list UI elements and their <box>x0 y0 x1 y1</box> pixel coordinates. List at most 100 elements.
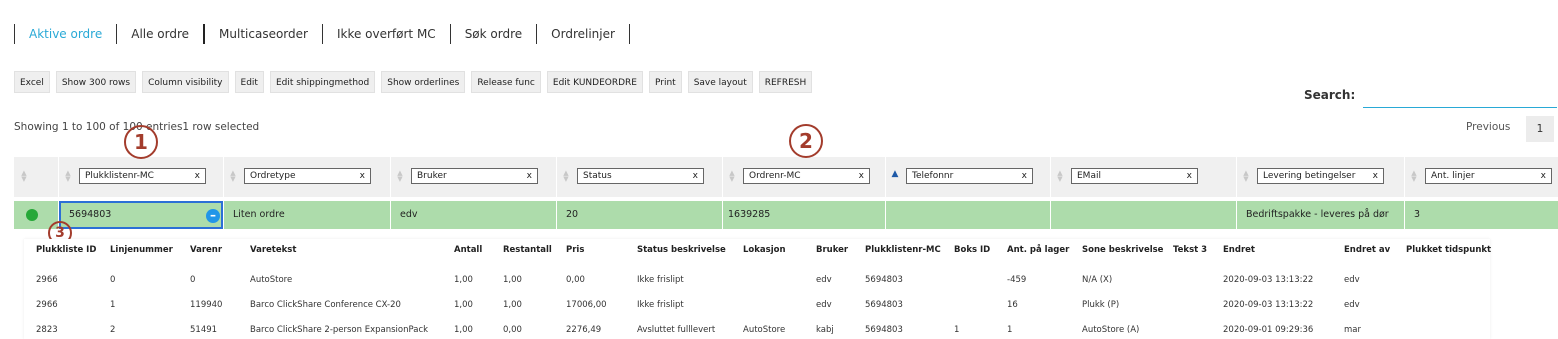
tab-multicaseorder[interactable]: Multicaseorder <box>205 24 323 44</box>
page-1-button[interactable]: 1 <box>1526 116 1554 142</box>
clear-filter-icon[interactable]: x <box>527 169 532 183</box>
clear-filter-icon[interactable]: x <box>859 169 864 183</box>
detail-header-boks-id[interactable]: Boks ID <box>954 245 990 255</box>
detail-cell-bruker: kabj <box>816 325 834 335</box>
sort-icon[interactable]: ▲ ▼ <box>1410 170 1418 183</box>
status-column-header[interactable]: ▲ ▼ <box>14 157 58 197</box>
detail-header-plukket-tidspunkt[interactable]: Plukket tidspunkt <box>1406 245 1491 255</box>
detail-header-antall[interactable]: Antall <box>454 245 482 255</box>
detail-cell-antall: 1,00 <box>454 300 473 310</box>
sort-icon[interactable]: ▲ ▼ <box>64 170 72 183</box>
tab-alle-ordre[interactable]: Alle ordre <box>117 24 206 44</box>
annotation-marker-1: 1 <box>124 125 158 159</box>
sort-icon[interactable]: ▲ ▼ <box>728 170 736 183</box>
sort-icon[interactable]: ▲ ▼ <box>20 170 28 183</box>
clear-filter-icon[interactable]: x <box>1373 169 1378 183</box>
sort-icon[interactable]: ▲ ▼ <box>1242 170 1250 183</box>
collapse-row-icon[interactable]: – <box>206 209 220 223</box>
detail-cell-linjenummer: 1 <box>110 300 116 310</box>
clear-filter-icon[interactable]: x <box>1541 169 1546 183</box>
detail-header-varenr[interactable]: Varenr <box>190 245 222 255</box>
detail-header-ant-pa-lager[interactable]: Ant. på lager <box>1007 245 1069 255</box>
detail-cell-linjenummer: 2 <box>110 325 116 335</box>
release-func-button[interactable]: Release func <box>471 71 541 93</box>
refresh-button[interactable]: REFRESH <box>758 71 813 93</box>
tab-ikke-overfort-mc[interactable]: Ikke overført MC <box>323 24 451 44</box>
clear-filter-icon[interactable]: x <box>1187 169 1192 183</box>
tab-sok-ordre[interactable]: Søk ordre <box>451 24 538 44</box>
tab-ordrelinjer[interactable]: Ordrelinjer <box>537 24 630 44</box>
filter-value: Status <box>583 171 612 181</box>
clear-filter-icon[interactable]: x <box>1022 169 1027 183</box>
sort-icon[interactable]: ▲ ▼ <box>229 170 237 183</box>
detail-header-plukkliste-id[interactable]: Plukkliste ID <box>36 245 96 255</box>
filter-input-ordretype[interactable]: Ordretype x <box>244 168 371 184</box>
detail-cell-sone-beskrivelse: AutoStore (A) <box>1082 325 1140 335</box>
detail-cell-ant-pa-lager: 1 <box>1007 325 1013 335</box>
edit-shippingmethod-button[interactable]: Edit shippingmethod <box>269 71 376 93</box>
column-header-status[interactable]: ▲ ▼ Status x <box>556 157 722 197</box>
detail-cell-varetekst: AutoStore <box>250 275 293 285</box>
column-header-telefonnr[interactable]: ▲ Telefonnr x <box>885 157 1050 197</box>
detail-header-bruker[interactable]: Bruker <box>816 245 848 255</box>
detail-cell-ant-pa-lager: -459 <box>1007 275 1027 285</box>
column-header-bruker[interactable]: ▲ ▼ Bruker x <box>390 157 556 197</box>
cell-ordrenr: 1639285 <box>728 209 771 220</box>
detail-cell-ant-pa-lager: 16 <box>1007 300 1018 310</box>
clear-filter-icon[interactable]: x <box>195 169 200 183</box>
detail-cell-pris: 0,00 <box>566 275 585 285</box>
column-visibility-button[interactable]: Column visibility <box>142 71 229 93</box>
toolbar: Excel Show 300 rows Column visibility Ed… <box>14 71 813 93</box>
detail-cell-lokasjon: AutoStore <box>743 325 786 335</box>
detail-header-sone-beskrivelse[interactable]: Sone beskrivelse <box>1082 245 1163 255</box>
tab-aktive-ordre[interactable]: Aktive ordre <box>14 24 118 44</box>
previous-page-button[interactable]: Previous <box>1458 119 1518 135</box>
filter-input-plukklistenr[interactable]: Plukklistenr-MC x <box>79 168 206 184</box>
detail-header-tekst-3[interactable]: Tekst 3 <box>1173 245 1207 255</box>
detail-header-linjenummer[interactable]: Linjenummer <box>110 245 173 255</box>
filter-input-levering[interactable]: Levering betingelser x <box>1257 168 1384 184</box>
edit-button[interactable]: Edit <box>234 71 264 93</box>
detail-header-restantall[interactable]: Restantall <box>503 245 552 255</box>
show-300-rows-button[interactable]: Show 300 rows <box>55 71 137 93</box>
detail-header-endret[interactable]: Endret <box>1223 245 1255 255</box>
filter-input-ant-linjer[interactable]: Ant. linjer x <box>1425 168 1552 184</box>
column-header-ant-linjer[interactable]: ▲ ▼ Ant. linjer x <box>1404 157 1558 197</box>
clear-filter-icon[interactable]: x <box>360 169 365 183</box>
detail-cell-varenr: 0 <box>190 275 196 285</box>
save-layout-button[interactable]: Save layout <box>687 71 753 93</box>
detail-header-endret-av[interactable]: Endret av <box>1344 245 1390 255</box>
filter-input-ordrenr[interactable]: Ordrenr-MC x <box>743 168 870 184</box>
search-input[interactable] <box>1363 90 1557 108</box>
show-orderlines-button[interactable]: Show orderlines <box>381 71 466 93</box>
edit-kundeordre-button[interactable]: Edit KUNDEORDRE <box>546 71 643 93</box>
detail-header-lokasjon[interactable]: Lokasjon <box>743 245 786 255</box>
print-button[interactable]: Print <box>648 71 682 93</box>
filter-input-telefonnr[interactable]: Telefonnr x <box>906 168 1033 184</box>
column-header-ordretype[interactable]: ▲ ▼ Ordretype x <box>223 157 390 197</box>
sort-icon[interactable]: ▲ ▼ <box>562 170 570 183</box>
column-header-email[interactable]: ▲ ▼ EMail x <box>1050 157 1236 197</box>
filter-input-email[interactable]: EMail x <box>1071 168 1198 184</box>
detail-cell-endret: 2020-09-03 13:13:22 <box>1223 300 1314 310</box>
column-header-plukklistenr[interactable]: ▲ ▼ Plukklistenr-MC x <box>58 157 223 197</box>
column-header-levering[interactable]: ▲ ▼ Levering betingelser x <box>1236 157 1404 197</box>
detail-cell-status-beskrivelse: Ikke frislipt <box>637 275 684 285</box>
detail-header-plukklistenr-mc[interactable]: Plukklistenr-MC <box>865 245 941 255</box>
column-header-ordrenr[interactable]: ▲ ▼ Ordrenr-MC x <box>722 157 885 197</box>
clear-filter-icon[interactable]: x <box>693 169 698 183</box>
detail-cell-endret: 2020-09-03 13:13:22 <box>1223 275 1314 285</box>
excel-button[interactable]: Excel <box>14 71 50 93</box>
detail-cell-sone-beskrivelse: Plukk (P) <box>1082 300 1120 310</box>
detail-header-status-beskrivelse[interactable]: Status beskrivelse <box>637 245 726 255</box>
detail-header-varetekst[interactable]: Varetekst <box>250 245 296 255</box>
sort-icon[interactable]: ▲ ▼ <box>1056 170 1064 183</box>
filter-input-status[interactable]: Status x <box>577 168 704 184</box>
sort-icon[interactable]: ▲ ▼ <box>396 170 404 183</box>
filter-input-bruker[interactable]: Bruker x <box>411 168 538 184</box>
detail-cell-restantall: 1,00 <box>503 275 522 285</box>
column-divider <box>1236 201 1237 229</box>
sort-ascending-icon[interactable]: ▲ <box>891 170 899 179</box>
detail-header-pris[interactable]: Pris <box>566 245 584 255</box>
selected-order-row[interactable]: – 5694803 Liten ordre edv 20 1639285 Bed… <box>14 201 1558 229</box>
